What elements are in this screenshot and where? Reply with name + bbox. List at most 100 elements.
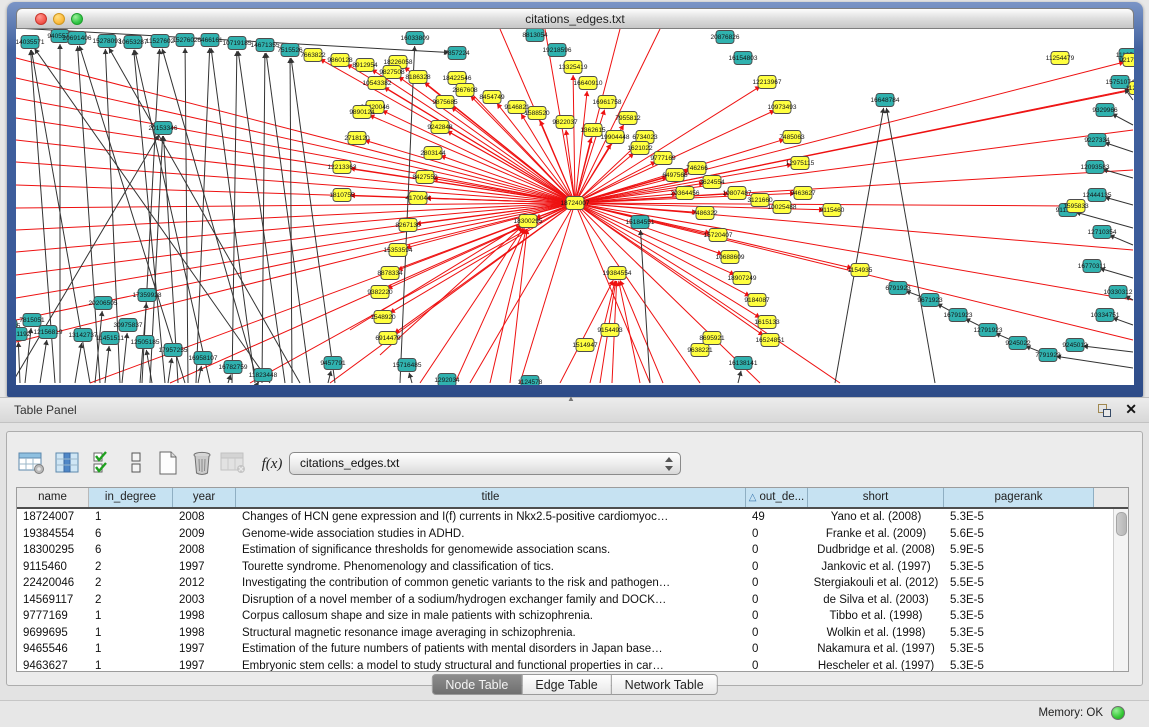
table-cell[interactable]: 18300295 bbox=[17, 542, 89, 559]
table-cell[interactable]: 0 bbox=[746, 658, 808, 673]
column-header-name[interactable]: name bbox=[17, 488, 89, 507]
table-cell[interactable]: 0 bbox=[746, 592, 808, 609]
graph-node[interactable]: 15184551 bbox=[626, 216, 655, 229]
graph-node[interactable]: 9822037 bbox=[552, 116, 578, 129]
graph-node[interactable]: 8267130 bbox=[395, 219, 421, 232]
graph-node[interactable]: 20876826 bbox=[711, 31, 740, 44]
graph-node[interactable]: 746266 bbox=[686, 162, 708, 175]
network-graph[interactable]: 1403557194055722069140615278093106532871… bbox=[16, 29, 1134, 385]
graph-node[interactable]: 12975115 bbox=[786, 157, 815, 170]
table-cell[interactable]: 22420046 bbox=[17, 575, 89, 592]
graph-node[interactable]: 14671355 bbox=[251, 39, 280, 52]
table-cell[interactable]: 0 bbox=[746, 608, 808, 625]
table-row[interactable]: 1938455462009Genome-wide association stu… bbox=[17, 526, 1113, 543]
table-cell[interactable]: Hescheler et al. (1997) bbox=[808, 658, 944, 673]
table-cell[interactable]: 0 bbox=[746, 542, 808, 559]
column-header-pagerank[interactable]: pagerank bbox=[944, 488, 1094, 507]
graph-node[interactable]: 6497568 bbox=[662, 169, 688, 182]
graph-node[interactable]: 2718120 bbox=[344, 132, 370, 145]
graph-node[interactable]: 13325419 bbox=[559, 61, 588, 74]
table-cell[interactable]: 5.9E-5 bbox=[944, 542, 1094, 559]
table-cell[interactable]: 5.3E-5 bbox=[944, 509, 1094, 526]
graph-node[interactable]: 6914479 bbox=[375, 332, 401, 345]
table-cell[interactable]: 14569117 bbox=[17, 592, 89, 609]
graph-node[interactable]: 16961758 bbox=[593, 96, 622, 109]
graph-node[interactable]: 9777169 bbox=[650, 152, 676, 165]
table-cell[interactable]: 49 bbox=[746, 509, 808, 526]
table-cell[interactable]: 9699695 bbox=[17, 625, 89, 642]
table-row[interactable]: 1830029562008Estimation of significance … bbox=[17, 542, 1113, 559]
graph-node[interactable]: 7857224 bbox=[444, 47, 470, 60]
table-cell[interactable]: 2009 bbox=[173, 526, 236, 543]
table-cell[interactable]: 1998 bbox=[173, 625, 236, 642]
graph-node[interactable]: 9638221 bbox=[687, 344, 713, 357]
graph-node[interactable]: 9329966 bbox=[1092, 104, 1118, 117]
table-cell[interactable]: 2012 bbox=[173, 575, 236, 592]
table-cell[interactable]: 9465546 bbox=[17, 641, 89, 658]
graph-node[interactable]: 8454749 bbox=[479, 91, 505, 104]
table-cell[interactable]: Embryonic stem cells: a model to study s… bbox=[236, 658, 746, 673]
table-row[interactable]: 969969511998Structural magnetic resonanc… bbox=[17, 625, 1113, 642]
tab-edge-table[interactable]: Edge Table bbox=[522, 674, 611, 695]
table-row[interactable]: 2242004622012Investigating the contribut… bbox=[17, 575, 1113, 592]
table-cell[interactable]: 5.6E-5 bbox=[944, 526, 1094, 543]
graph-node[interactable]: 7791923 bbox=[1035, 349, 1061, 362]
graph-node[interactable]: 7663822 bbox=[300, 49, 326, 62]
table-cell[interactable]: 1997 bbox=[173, 559, 236, 576]
tab-node-table[interactable]: Node Table bbox=[431, 674, 522, 695]
graph-node[interactable]: 8186328 bbox=[405, 71, 431, 84]
delete-table-button[interactable] bbox=[219, 450, 249, 478]
table-cell[interactable]: 9777169 bbox=[17, 608, 89, 625]
graph-node[interactable]: 9860128 bbox=[327, 54, 353, 67]
table-cell[interactable]: 2 bbox=[89, 575, 173, 592]
row-options-button[interactable] bbox=[121, 450, 151, 478]
graph-node[interactable]: 15278093 bbox=[93, 35, 122, 48]
graph-node[interactable]: 14035571 bbox=[16, 36, 45, 49]
graph-node[interactable]: 16648784 bbox=[871, 94, 900, 107]
graph-node[interactable]: 18422546 bbox=[443, 72, 472, 85]
tab-network-table[interactable]: Network Table bbox=[612, 674, 718, 695]
delete-columns-button[interactable] bbox=[187, 450, 217, 478]
table-cell[interactable]: 5.3E-5 bbox=[944, 658, 1094, 673]
table-row[interactable]: 1456911722003Disruption of a novel membe… bbox=[17, 592, 1113, 609]
graph-node[interactable]: 9875685 bbox=[432, 96, 458, 109]
graph-node[interactable]: 1527602 bbox=[172, 34, 198, 47]
table-mode-button[interactable] bbox=[17, 450, 47, 478]
table-cell[interactable]: 1998 bbox=[173, 608, 236, 625]
graph-node[interactable]: 7486322 bbox=[692, 207, 718, 220]
graph-node[interactable]: 1124578 bbox=[518, 376, 543, 386]
table-cell[interactable]: 5.3E-5 bbox=[944, 608, 1094, 625]
column-header-title[interactable]: title bbox=[236, 488, 746, 507]
network-view-window[interactable]: citations_edges.txt 14035571940557220691… bbox=[7, 2, 1143, 397]
table-cell[interactable]: 2 bbox=[89, 559, 173, 576]
column-header-out_de[interactable]: △out_de... bbox=[746, 488, 808, 507]
graph-node[interactable]: 1588520 bbox=[524, 107, 550, 120]
table-row[interactable]: 1872400712008Changes of HCN gene express… bbox=[17, 509, 1113, 526]
network-window-titlebar[interactable]: citations_edges.txt bbox=[16, 8, 1134, 29]
graph-node[interactable]: 16524851 bbox=[756, 334, 785, 347]
table-cell[interactable]: 5.3E-5 bbox=[944, 641, 1094, 658]
table-row[interactable]: 946362711997Embryonic stem cells: a mode… bbox=[17, 658, 1113, 673]
graph-node[interactable]: 19218596 bbox=[543, 44, 572, 57]
table-cell[interactable]: Disruption of a novel member of a sodium… bbox=[236, 592, 746, 609]
table-cell[interactable]: Estimation of the future numbers of pati… bbox=[236, 641, 746, 658]
graph-node[interactable]: 16138141 bbox=[729, 357, 758, 370]
graph-node[interactable]: 8912954 bbox=[352, 59, 378, 72]
table-scrollbar-thumb[interactable] bbox=[1116, 512, 1127, 536]
graph-node[interactable]: 12213363 bbox=[328, 161, 357, 174]
graph-node[interactable]: 1548920 bbox=[370, 311, 396, 324]
graph-node[interactable]: 9115460 bbox=[820, 204, 845, 217]
table-cell[interactable]: 2003 bbox=[173, 592, 236, 609]
graph-node[interactable]: 1514947 bbox=[572, 339, 598, 352]
graph-node[interactable]: 11254479 bbox=[1046, 52, 1075, 65]
table-cell[interactable]: 2008 bbox=[173, 509, 236, 526]
table-selector-dropdown[interactable]: citations_edges.txt bbox=[289, 452, 681, 475]
network-canvas[interactable]: 1403557194055722069140615278093106532871… bbox=[16, 29, 1134, 385]
graph-node[interactable]: 2803144 bbox=[420, 147, 446, 160]
graph-node[interactable]: 4170044 bbox=[405, 192, 431, 205]
graph-node[interactable]: 16958107 bbox=[189, 352, 218, 365]
graph-node[interactable]: 8813054 bbox=[522, 29, 548, 42]
table-cell[interactable]: Yano et al. (2008) bbox=[808, 509, 944, 526]
table-cell[interactable]: de Silva et al. (2003) bbox=[808, 592, 944, 609]
graph-node[interactable]: 7815051 bbox=[19, 314, 45, 327]
